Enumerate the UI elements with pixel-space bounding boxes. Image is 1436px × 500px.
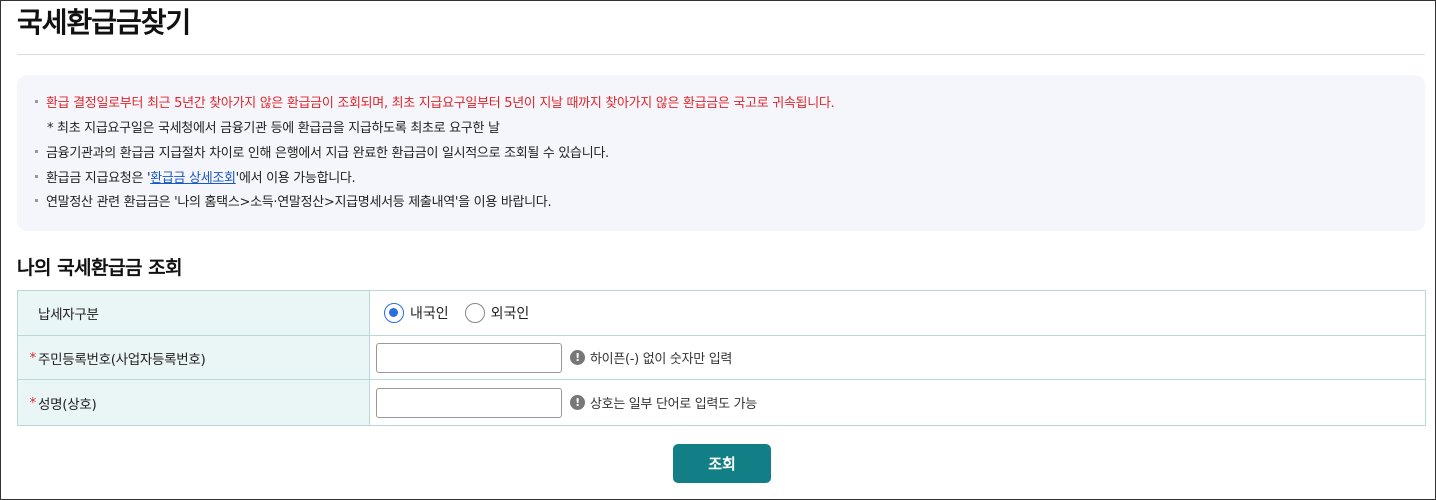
taxpayer-type-label: 납세자구분 (18, 291, 370, 335)
name-label: * 성명(상호) (18, 380, 370, 426)
bullet-icon (35, 199, 38, 202)
info-icon: ! (570, 350, 585, 366)
section-title: 나의 국세환급금 조회 (17, 257, 183, 279)
bullet-icon (35, 100, 38, 103)
form-row-resident-number: * 주민등록번호(사업자등록번호) ! 하이픈(-) 없이 숫자만 입력 (18, 335, 1425, 381)
notice-text: 금융기관과의 환급금 지급절차 차이로 인해 은행에서 지급 완료한 환급금이 … (46, 146, 609, 161)
notice-text: 연말정산 관련 환급금은 '나의 홈택스>소득·연말정산>지급명세서등 제출내역… (46, 195, 552, 210)
page-frame: 국세환급금찾기 환급 결정일로부터 최근 5년간 찾아가지 않은 환급금이 조회… (0, 0, 1436, 500)
title-divider (17, 54, 1425, 55)
notice-item-bank: 금융기관과의 환급금 지급절차 차이로 인해 은행에서 지급 완료한 환급금이 … (35, 146, 609, 162)
form-row-name: * 성명(상호) ! 상호는 일부 단어로 입력도 가능 (18, 380, 1425, 426)
name-field: ! 상호는 일부 단어로 입력도 가능 (370, 380, 1425, 425)
resident-number-hint: ! 하이픈(-) 없이 숫자만 입력 (570, 348, 732, 367)
search-button[interactable]: 조회 (673, 444, 771, 483)
required-mark: * (29, 394, 37, 411)
notice-text: '에서 이용 가능합니다. (235, 171, 356, 186)
notice-text: 환급 결정일로부터 최근 5년간 찾아가지 않은 환급금이 조회되며, 최초 지… (46, 96, 835, 111)
notice-item-request: 환급금 지급요청은 '환급금 상세조회'에서 이용 가능합니다. (35, 171, 356, 187)
notice-text: 환급금 지급요청은 ' (46, 171, 151, 186)
taxpayer-type-field: 내국인 외국인 (370, 291, 1425, 335)
radio-label: 외국인 (490, 305, 530, 322)
name-hint: ! 상호는 일부 단어로 입력도 가능 (570, 393, 757, 412)
hint-text: 하이픈(-) 없이 숫자만 입력 (590, 352, 733, 368)
form-row-taxpayer-type: 납세자구분 내국인 외국인 (18, 291, 1425, 336)
bullet-icon (35, 150, 38, 153)
refund-detail-link[interactable]: 환급금 상세조회 (150, 171, 236, 186)
notice-box: 환급 결정일로부터 최근 5년간 찾아가지 않은 환급금이 조회되며, 최초 지… (17, 75, 1425, 231)
radio-foreigner[interactable]: 외국인 (464, 302, 530, 323)
radio-label: 내국인 (410, 305, 449, 322)
name-input[interactable] (376, 387, 562, 418)
info-icon: ! (570, 395, 585, 411)
label-text: 성명(상호) (38, 396, 97, 413)
notice-item-retention: 환급 결정일로부터 최근 5년간 찾아가지 않은 환급금이 조회되며, 최초 지… (35, 96, 835, 112)
resident-number-field: ! 하이픈(-) 없이 숫자만 입력 (370, 336, 1425, 380)
radio-checked-icon[interactable] (384, 302, 404, 323)
radio-domestic[interactable]: 내국인 (384, 302, 449, 323)
notice-text: * 최초 지급요구일은 국세청에서 금융기관 등에 환급금을 지급하도록 최초로… (47, 121, 500, 136)
resident-number-label: * 주민등록번호(사업자등록번호) (18, 335, 370, 380)
radio-unchecked-icon[interactable] (464, 302, 485, 323)
notice-subitem-definition: * 최초 지급요구일은 국세청에서 금융기관 등에 환급금을 지급하도록 최초로… (47, 121, 500, 137)
resident-number-input[interactable] (376, 342, 562, 373)
required-mark: * (29, 349, 37, 366)
taxpayer-type-radio-group: 내국인 외국인 (376, 302, 545, 323)
label-text: 주민등록번호(사업자등록번호) (38, 351, 206, 368)
label-text: 납세자구분 (38, 306, 99, 323)
notice-item-year-end: 연말정산 관련 환급금은 '나의 홈택스>소득·연말정산>지급명세서등 제출내역… (35, 195, 552, 211)
hint-text: 상호는 일부 단어로 입력도 가능 (590, 397, 757, 413)
page-title: 국세환급금찾기 (17, 6, 191, 39)
bullet-icon (35, 175, 38, 178)
search-form-table: 납세자구분 내국인 외국인 * 주민등록번호(사업자등록번호) ! 하이픈(-)… (17, 290, 1426, 427)
